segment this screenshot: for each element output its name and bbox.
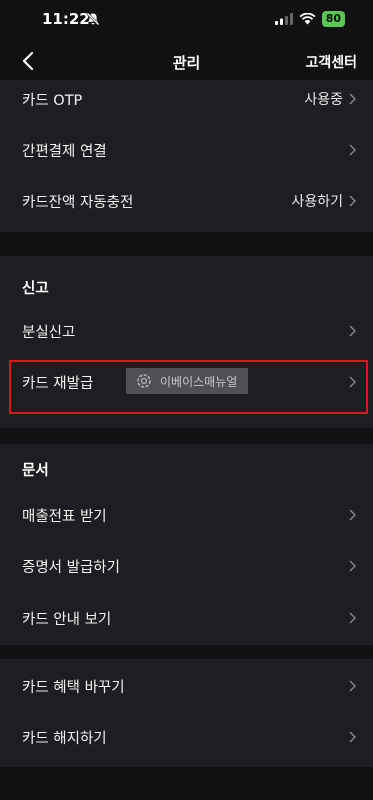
status-indicators: 80: [274, 11, 345, 27]
status-bar: 11:22 80: [0, 0, 373, 40]
row-lost-report[interactable]: 분실신고: [0, 306, 373, 356]
watermark: 이베이스매뉴얼: [126, 368, 248, 394]
row-change-benefit[interactable]: 카드 혜택 바꾸기: [0, 661, 373, 711]
chevron-right-icon: [349, 144, 356, 156]
bell-muted-icon: [86, 12, 100, 26]
row-label: 매출전표 받기: [22, 508, 107, 525]
row-certificate[interactable]: 증명서 발급하기: [0, 541, 373, 591]
card-manage-section: 카드 혜택 바꾸기 카드 해지하기: [0, 659, 373, 767]
chevron-right-icon: [349, 93, 356, 105]
chevron-right-icon: [349, 731, 356, 743]
row-label: 카드 OTP: [22, 92, 83, 109]
row-label: 증명서 발급하기: [22, 559, 120, 576]
documents-section: 문서 매출전표 받기 증명서 발급하기 카드 안내 보기: [0, 444, 373, 645]
row-card-otp[interactable]: 카드 OTP 사용중: [0, 74, 373, 124]
status-time: 11:22: [42, 10, 90, 28]
row-auto-charge[interactable]: 카드잔액 자동충전 사용하기: [0, 176, 373, 226]
row-value: 사용중: [304, 92, 343, 108]
row-card-guide[interactable]: 카드 안내 보기: [0, 593, 373, 643]
watermark-text: 이베이스매뉴얼: [160, 374, 238, 389]
section-title-report: 신고: [22, 281, 49, 297]
row-cancel-card[interactable]: 카드 해지하기: [0, 712, 373, 762]
card-settings-section: 카드 OTP 사용중 간편결제 연결 카드잔액 자동충전 사용하기: [0, 80, 373, 232]
wifi-icon: [299, 13, 316, 25]
row-label: 카드 안내 보기: [22, 611, 112, 628]
row-sales-slip[interactable]: 매출전표 받기: [0, 490, 373, 540]
chevron-right-icon: [349, 612, 356, 624]
row-label: 간편결제 연결: [22, 143, 107, 160]
chevron-right-icon: [349, 325, 356, 337]
row-label: 카드잔액 자동충전: [22, 194, 134, 211]
chevron-right-icon: [349, 195, 356, 207]
watermark-logo-icon: [137, 374, 151, 388]
row-label: 분실신고: [22, 324, 76, 341]
row-easy-pay[interactable]: 간편결제 연결: [0, 125, 373, 175]
signal-icon: [274, 13, 293, 25]
battery-indicator: 80: [321, 11, 345, 27]
chevron-right-icon: [349, 509, 356, 521]
row-label: 카드 혜택 바꾸기: [22, 679, 125, 696]
row-value: 사용하기: [291, 194, 343, 210]
chevron-right-icon: [349, 680, 356, 692]
customer-center-link[interactable]: 고객센터: [305, 52, 357, 72]
row-label: 카드 해지하기: [22, 730, 107, 747]
chevron-right-icon: [349, 560, 356, 572]
section-title-documents: 문서: [22, 463, 49, 479]
